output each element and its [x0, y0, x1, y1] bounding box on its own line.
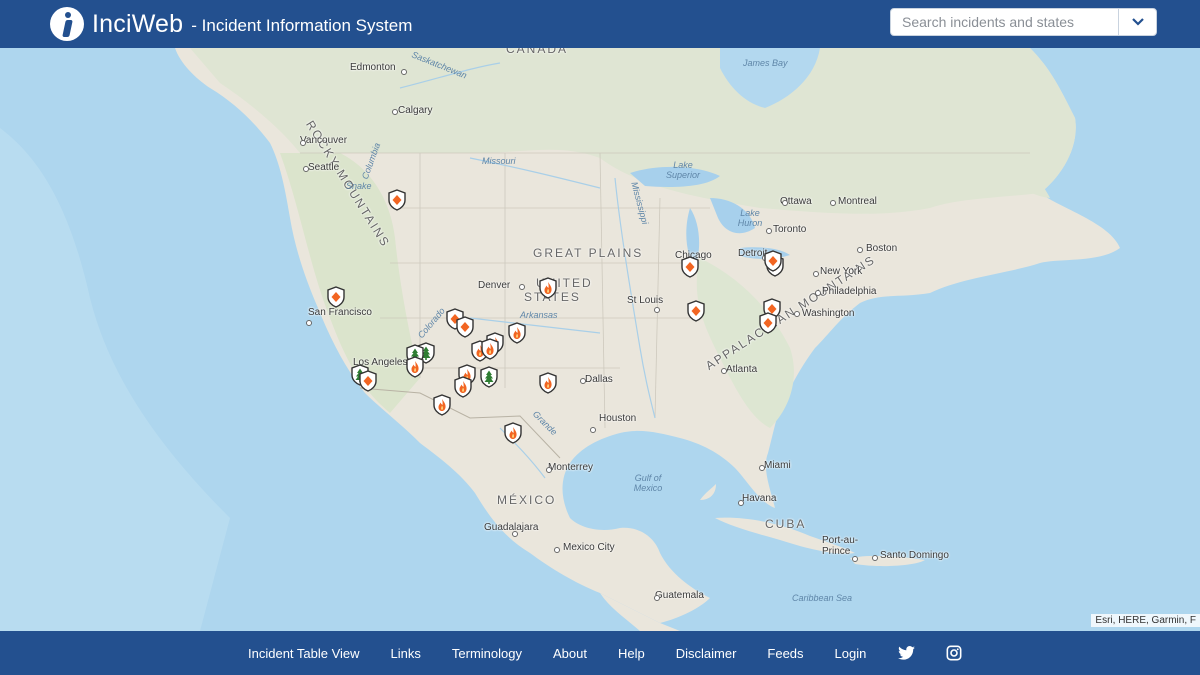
city-label: Seattle	[308, 162, 340, 173]
city-label: Miami	[764, 460, 791, 471]
footer-nav: Incident Table View Links Terminology Ab…	[248, 631, 993, 675]
city-label: Houston	[599, 413, 637, 424]
river-label: Snake	[346, 181, 372, 191]
footer-link-incident-table[interactable]: Incident Table View	[248, 646, 360, 661]
chevron-down-icon	[1131, 18, 1144, 26]
city-label: Guatemala	[655, 590, 704, 601]
prescribed-fire-marker[interactable]	[686, 300, 706, 322]
city-label: Dallas	[585, 374, 613, 385]
city-label: Mexico City	[563, 542, 615, 553]
water-label: Lake Huron	[737, 208, 763, 228]
city-label: Atlanta	[726, 364, 758, 375]
site-tagline: - Incident Information System	[191, 15, 413, 35]
prescribed-fire-marker[interactable]	[763, 250, 783, 272]
city-label: Santo Domingo	[880, 550, 949, 561]
site-footer: Incident Table View Links Terminology Ab…	[0, 631, 1200, 675]
footer-link-links[interactable]: Links	[391, 646, 421, 661]
search-input[interactable]	[891, 9, 1119, 35]
city-label: Edmonton	[350, 62, 396, 73]
forest-incident-marker[interactable]	[479, 366, 499, 388]
logo[interactable]: InciWeb - Incident Information System	[50, 0, 412, 48]
footer-link-help[interactable]: Help	[618, 646, 645, 661]
prescribed-fire-marker[interactable]	[326, 286, 346, 308]
city-label: St Louis	[627, 295, 664, 306]
city-label: San Francisco	[308, 307, 372, 318]
region-label-mexico: MÉXICO	[497, 493, 557, 507]
info-i-icon	[50, 7, 84, 41]
city-label: Boston	[866, 243, 898, 254]
twitter-icon[interactable]	[897, 644, 915, 662]
city-label: Monterrey	[548, 462, 594, 473]
prescribed-fire-marker[interactable]	[455, 316, 475, 338]
city-label: Vancouver	[300, 135, 348, 146]
prescribed-fire-marker[interactable]	[680, 256, 700, 278]
city-label: Denver	[478, 280, 511, 291]
prescribed-fire-marker[interactable]	[358, 370, 378, 392]
city-label: Port-au-Prince	[822, 535, 859, 557]
river-label: Arkansas	[520, 310, 558, 320]
footer-link-about[interactable]: About	[553, 646, 587, 661]
city-label: New York	[820, 266, 863, 277]
footer-link-feeds[interactable]: Feeds	[767, 646, 803, 661]
site-header: InciWeb - Incident Information System	[0, 0, 1200, 48]
wildfire-marker[interactable]	[503, 422, 523, 444]
region-label-great-plains: GREAT PLAINS	[533, 246, 644, 260]
map-attribution: Esri, HERE, Garmin, F	[1091, 614, 1200, 627]
wildfire-marker[interactable]	[480, 338, 500, 360]
city-label: Guadalajara	[484, 522, 539, 533]
wildfire-marker[interactable]	[507, 322, 527, 344]
water-label: James Bay	[743, 58, 788, 68]
city-label: Ottawa	[780, 196, 812, 207]
region-label-canada: CANADA	[506, 48, 569, 56]
city-label: Philadelphia	[822, 286, 877, 297]
instagram-icon[interactable]	[945, 644, 963, 662]
prescribed-fire-marker[interactable]	[758, 312, 778, 334]
brand-name: InciWeb	[92, 9, 184, 38]
search-dropdown-button[interactable]	[1119, 9, 1156, 35]
wildfire-marker[interactable]	[453, 376, 473, 398]
river-label: Missouri	[482, 156, 516, 166]
water-label: Lake Superior	[665, 160, 701, 180]
wildfire-marker[interactable]	[432, 394, 452, 416]
incident-map[interactable]: CANADA ROCKY MOUNTAINS GREAT PLAINS UNIT…	[0, 48, 1200, 631]
footer-link-login[interactable]: Login	[835, 646, 867, 661]
footer-link-terminology[interactable]: Terminology	[452, 646, 522, 661]
prescribed-fire-marker[interactable]	[387, 189, 407, 211]
region-label-cuba: CUBA	[765, 517, 807, 531]
footer-link-disclaimer[interactable]: Disclaimer	[676, 646, 737, 661]
wildfire-marker[interactable]	[405, 356, 425, 378]
city-label: Toronto	[773, 224, 807, 235]
wildfire-marker[interactable]	[538, 277, 558, 299]
city-label: Washington	[802, 308, 855, 319]
city-label: Havana	[742, 493, 777, 504]
wildfire-marker[interactable]	[538, 372, 558, 394]
search-box	[890, 8, 1157, 36]
city-label: Montreal	[838, 196, 877, 207]
water-label: Gulf of Mexico	[633, 473, 663, 493]
city-label: Calgary	[398, 105, 433, 116]
water-label: Caribbean Sea	[792, 593, 853, 603]
